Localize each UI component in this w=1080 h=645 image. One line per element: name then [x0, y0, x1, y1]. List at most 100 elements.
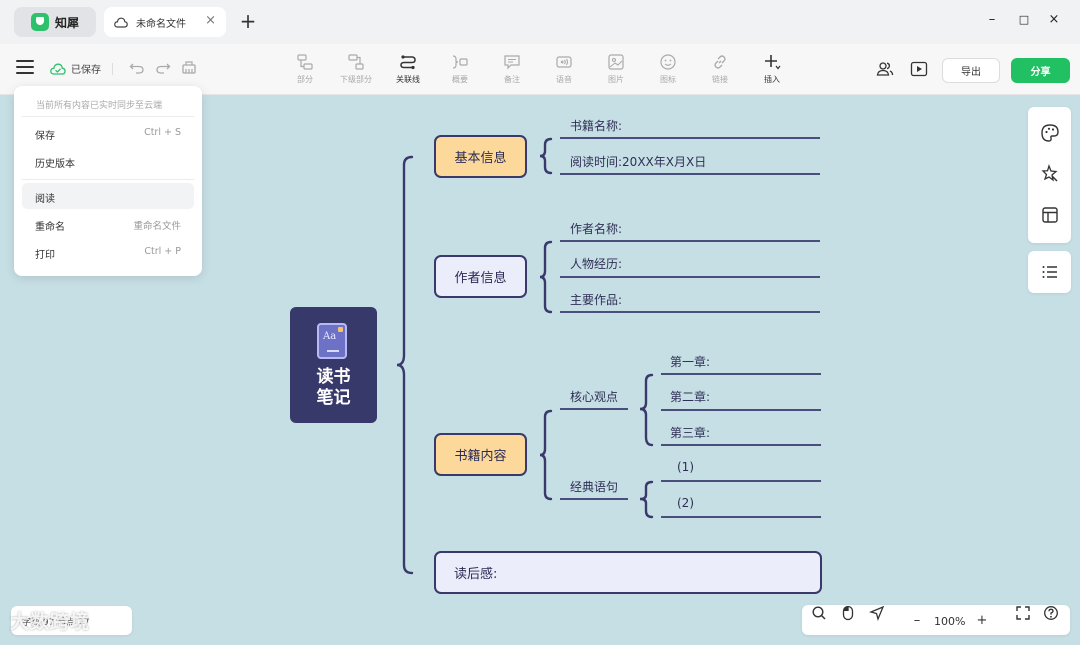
close-window-button[interactable]: ×	[1044, 12, 1064, 27]
main-brace	[396, 155, 414, 575]
core-brace	[639, 373, 654, 447]
author-brace	[539, 240, 553, 314]
document-tab[interactable]: 未命名文件 ×	[104, 7, 226, 37]
tool-image[interactable]: 图片	[596, 52, 636, 85]
node-basic-info[interactable]: 基本信息	[434, 135, 527, 178]
node-author-info[interactable]: 作者信息	[434, 255, 527, 298]
search-icon[interactable]	[811, 605, 827, 621]
save-status-label: 已保存	[71, 65, 101, 76]
emoji-icon	[660, 54, 676, 70]
redo-icon[interactable]	[154, 58, 172, 76]
format-painter-icon[interactable]	[180, 58, 198, 76]
layout-icon[interactable]	[1040, 205, 1060, 225]
link-icon	[714, 55, 726, 69]
leaf-core-views[interactable]: 核心观点	[570, 388, 618, 405]
tool-label: 图标	[660, 75, 676, 84]
menu-item-print[interactable]: 打印 Ctrl + P	[22, 239, 194, 265]
leaf-author-bio[interactable]: 人物经历:	[570, 255, 622, 272]
book-icon: Aa	[317, 323, 347, 359]
quotes-brace	[639, 480, 654, 519]
new-tab-button[interactable]: +	[238, 9, 258, 33]
leaf-classic-quotes[interactable]: 经典语句	[570, 478, 618, 495]
sub-branch-icon	[348, 54, 364, 70]
note-icon	[504, 55, 520, 70]
watermark: 大数跨境	[10, 611, 91, 633]
menu-divider	[22, 116, 194, 117]
sync-note: 当前所有内容已实时同步至云端	[36, 101, 163, 111]
leaf-author-works[interactable]: 主要作品:	[570, 291, 622, 308]
leaf-quote-1[interactable]: (1)	[677, 460, 694, 474]
outline-list-icon[interactable]	[1040, 262, 1060, 282]
tool-label: 概要	[452, 75, 468, 84]
save-status: 已保存	[50, 61, 101, 76]
menu-icon[interactable]	[16, 60, 34, 74]
menu-item-save[interactable]: 保存 Ctrl + S	[22, 120, 194, 146]
root-node[interactable]: Aa 读书 笔记	[290, 307, 377, 423]
image-icon	[608, 54, 624, 70]
basic-brace	[539, 137, 553, 175]
node-book-content[interactable]: 书籍内容	[434, 433, 527, 476]
tool-label: 备注	[504, 75, 520, 84]
locate-icon[interactable]	[869, 605, 885, 621]
root-title-line2: 笔记	[316, 388, 351, 408]
tool-label: 图片	[608, 75, 624, 84]
tool-label: 语音	[556, 75, 572, 84]
minimize-button[interactable]: –	[982, 12, 1002, 27]
magic-wand-icon[interactable]	[1040, 164, 1060, 184]
zoom-in-button[interactable]: +	[974, 612, 990, 628]
tool-note[interactable]: 备注	[492, 52, 532, 85]
voice-icon	[556, 56, 572, 68]
tool-sub-branch[interactable]: 下级部分	[336, 52, 376, 85]
leaf-chapter-3[interactable]: 第三章:	[670, 424, 710, 441]
palette-icon[interactable]	[1040, 123, 1060, 143]
fullscreen-icon[interactable]	[1015, 605, 1031, 621]
file-menu-dropdown: 当前所有内容已实时同步至云端 保存 Ctrl + S 历史版本 阅读 重命名 重命名…	[14, 86, 202, 276]
leaf-read-time[interactable]: 阅读时间:20XX年X月X日	[570, 153, 706, 170]
tool-voice[interactable]: 语音	[544, 52, 584, 85]
app-name: 知犀	[55, 15, 80, 30]
help-icon[interactable]	[1043, 605, 1059, 621]
insert-icon	[765, 55, 781, 70]
tool-summary[interactable]: 概要	[440, 52, 480, 85]
menu-item-history[interactable]: 历史版本	[22, 148, 194, 174]
tool-branch[interactable]: 部分	[285, 52, 325, 85]
maximize-button[interactable]: □	[1014, 13, 1034, 26]
title-bar: 知犀 未命名文件 × + – □ ×	[0, 0, 1080, 44]
leaf-author-name[interactable]: 作者名称:	[570, 220, 622, 237]
menu-item-rename[interactable]: 重命名 重命名文件	[22, 211, 194, 237]
right-outline-panel	[1028, 251, 1071, 293]
collaborators-icon[interactable]	[876, 60, 894, 78]
app-tab[interactable]: 知犀	[14, 7, 96, 37]
export-button[interactable]: 导出	[942, 58, 1000, 83]
cloud-check-icon	[50, 63, 66, 75]
tool-emoji[interactable]: 图标	[648, 52, 688, 85]
toolbar-divider	[112, 63, 113, 75]
leaf-chapter-2[interactable]: 第二章:	[670, 388, 710, 405]
tool-relation-line[interactable]: 关联线	[388, 52, 428, 85]
zoom-level: 100%	[934, 615, 966, 628]
tool-label: 插入	[764, 75, 780, 84]
root-title-line1: 读书	[316, 367, 351, 387]
mouse-mode-icon[interactable]	[840, 605, 856, 621]
zoom-out-button[interactable]: –	[909, 612, 925, 628]
share-button[interactable]: 分享	[1011, 58, 1070, 83]
close-tab-icon[interactable]: ×	[205, 13, 216, 28]
cloud-icon	[114, 15, 130, 29]
leaf-chapter-1[interactable]: 第一章:	[670, 353, 710, 370]
menu-divider	[22, 179, 194, 180]
leaf-book-name[interactable]: 书籍名称:	[570, 117, 622, 134]
right-style-panel	[1028, 107, 1071, 243]
document-tab-name: 未命名文件	[136, 18, 186, 30]
tool-label: 下级部分	[340, 75, 372, 84]
menu-item-read[interactable]: 阅读	[22, 183, 194, 209]
undo-icon[interactable]	[128, 58, 146, 76]
presentation-icon[interactable]	[910, 60, 928, 78]
tool-link[interactable]: 链接	[700, 52, 740, 85]
node-reflection[interactable]: 读后感:	[434, 551, 822, 594]
summary-icon	[452, 55, 468, 69]
tool-insert[interactable]: 插入	[752, 52, 792, 85]
leaf-quote-2[interactable]: (2)	[677, 496, 694, 510]
branch-icon	[297, 54, 313, 70]
tool-label: 部分	[297, 75, 313, 84]
relation-line-icon	[400, 55, 416, 70]
